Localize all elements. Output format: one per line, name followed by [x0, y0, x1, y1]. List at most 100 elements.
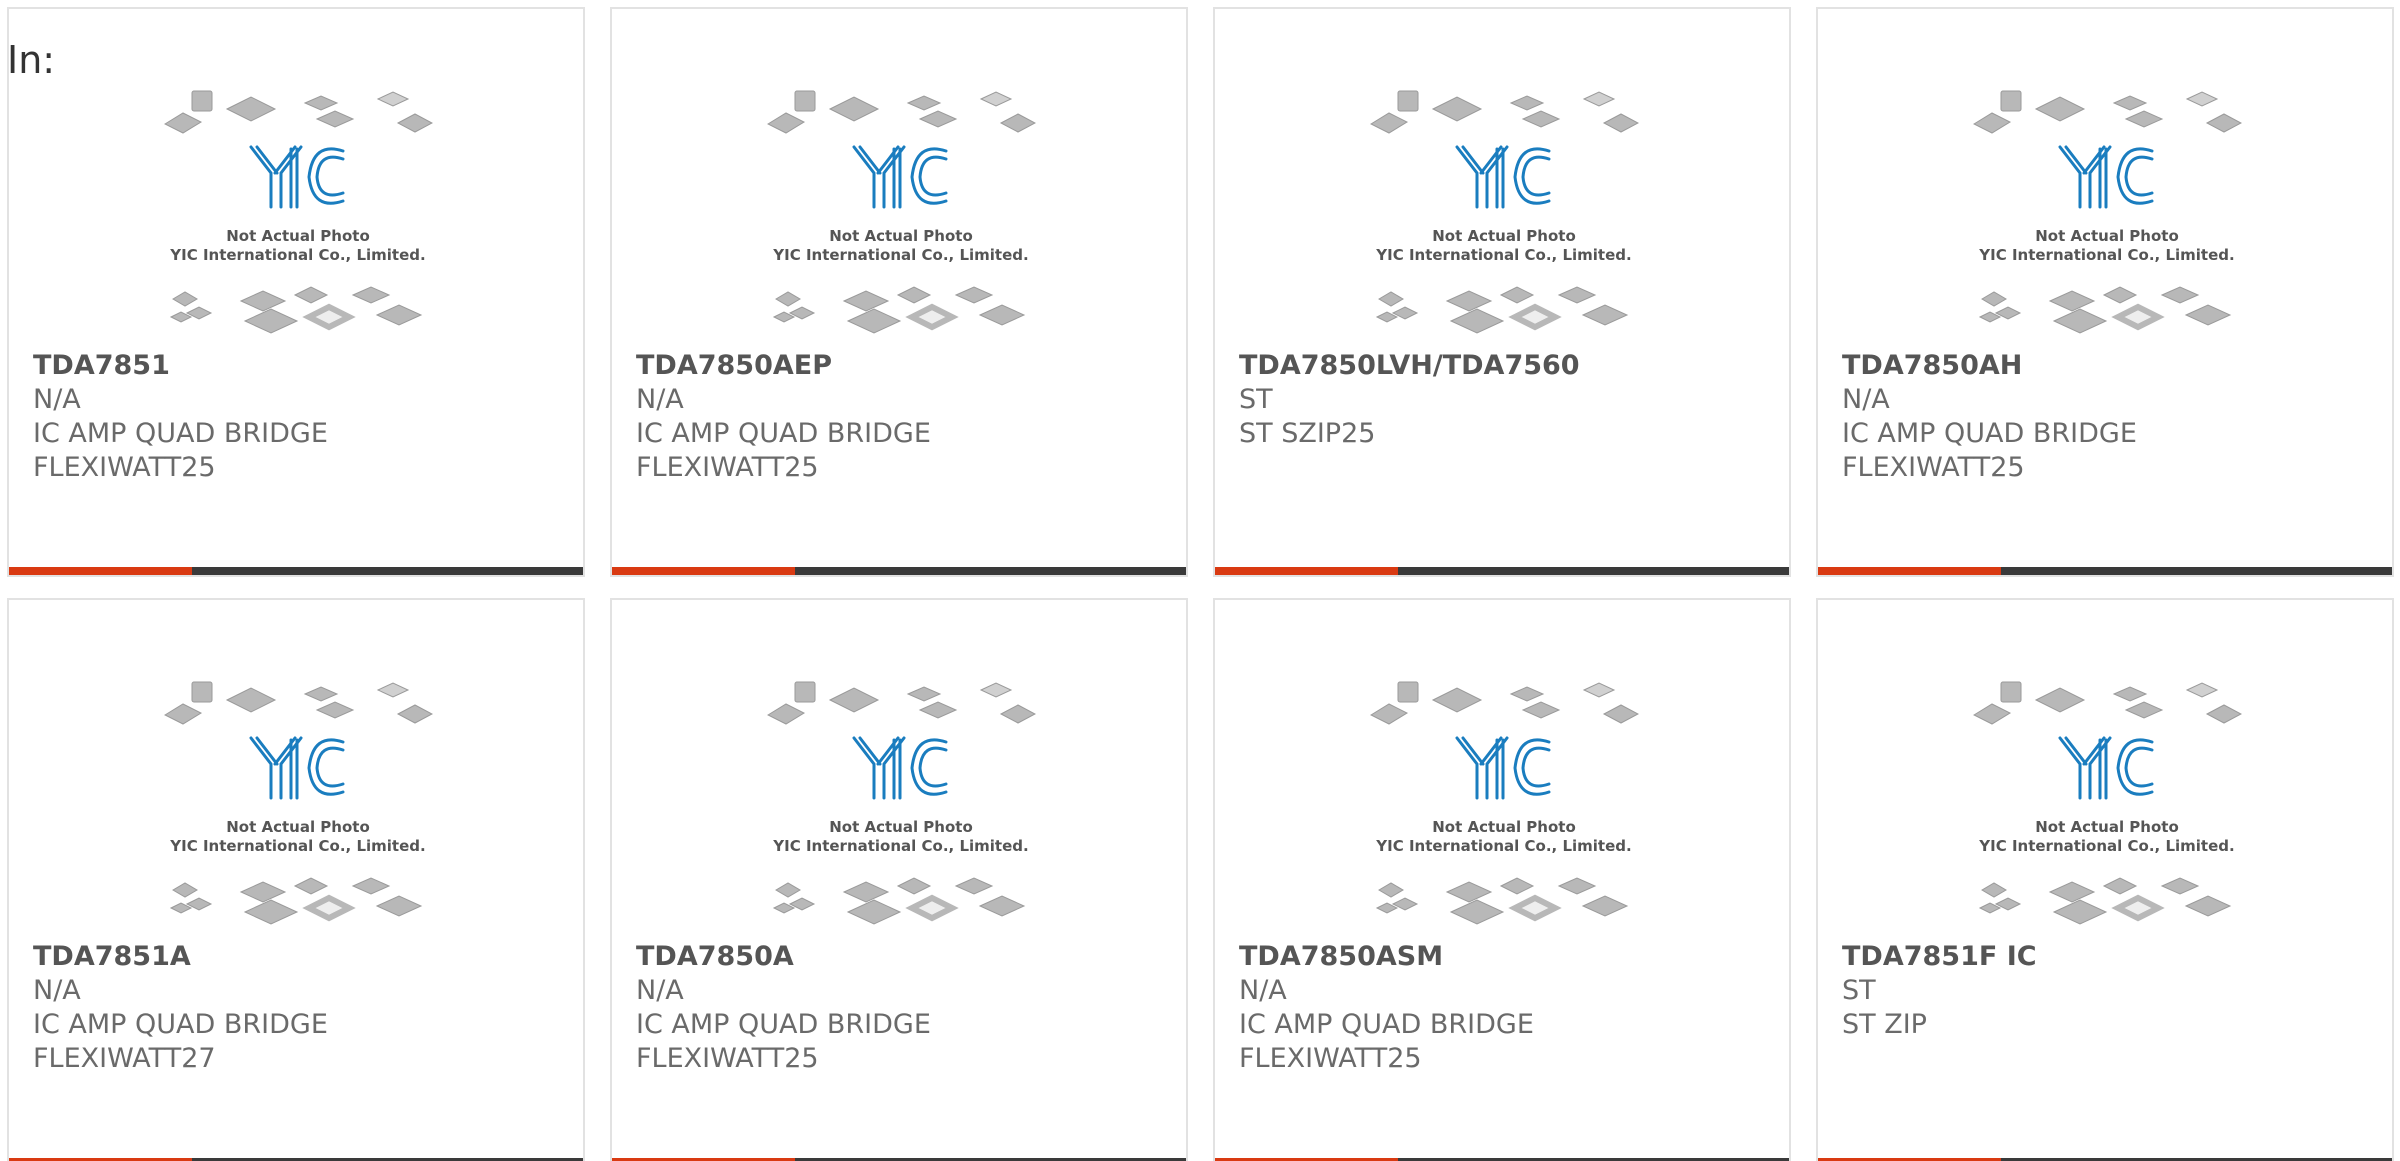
description-line-1: ST SZIP25 [1239, 418, 1376, 449]
card-progress-bar [612, 567, 1186, 575]
placeholder-line2: YIC International Co., Limited. [1375, 837, 1631, 855]
product-card[interactable]: Not Actual Photo YIC International Co., … [1816, 7, 2394, 577]
description-line-1: IC AMP QUAD BRIDGE [33, 418, 328, 449]
manufacturer-text: N/A [636, 384, 684, 415]
chip-icons-top [1369, 90, 1639, 134]
description-line-2: FLEXIWATT25 [1239, 1043, 1422, 1074]
chip-icons-bottom [772, 286, 1026, 334]
in-label: In: [7, 38, 56, 82]
yic-logo-icon [852, 736, 948, 800]
description-line-2: FLEXIWATT27 [33, 1043, 216, 1074]
chip-icons-top [766, 681, 1036, 725]
product-card[interactable]: Not Actual Photo YIC International Co., … [1213, 7, 1791, 577]
chip-icons-bottom [169, 286, 423, 334]
description-line-1: ST ZIP [1842, 1009, 1927, 1040]
product-card[interactable]: Not Actual Photo YIC International Co., … [7, 7, 585, 577]
yic-logo-icon [249, 736, 345, 800]
product-image-placeholder[interactable]: Not Actual Photo YIC International Co., … [1818, 89, 2392, 341]
product-card[interactable]: Not Actual Photo YIC International Co., … [7, 598, 585, 1161]
part-number-link[interactable]: TDA7850LVH/TDA7560 [1239, 349, 1773, 383]
yic-logo-icon [1455, 736, 1551, 800]
chip-icons-bottom [1375, 877, 1629, 925]
chip-icons-top [766, 90, 1036, 134]
card-progress-accent [612, 567, 795, 575]
product-info: TDA7850AEP N/A IC AMP QUAD BRIDGE FLEXIW… [636, 349, 1170, 485]
chip-icons-top [163, 681, 433, 725]
product-grid-page: In: Not Actual Photo YIC International C… [0, 0, 2400, 1161]
chip-icons-bottom [169, 877, 423, 925]
yic-logo-icon [2058, 736, 2154, 800]
description-line-1: IC AMP QUAD BRIDGE [636, 1009, 931, 1040]
placeholder-line2: YIC International Co., Limited. [1375, 246, 1631, 264]
manufacturer-text: N/A [33, 975, 81, 1006]
card-progress-accent [9, 567, 192, 575]
chip-icons-bottom [772, 877, 1026, 925]
description-line-1: IC AMP QUAD BRIDGE [636, 418, 931, 449]
chip-icons-bottom [1978, 286, 2232, 334]
placeholder-line2: YIC International Co., Limited. [169, 246, 425, 264]
description-line-2: FLEXIWATT25 [1842, 452, 2025, 483]
card-progress-bar [1818, 567, 2392, 575]
product-card[interactable]: Not Actual Photo YIC International Co., … [610, 598, 1188, 1161]
chip-icons-top [163, 90, 433, 134]
yic-logo-icon [852, 145, 948, 209]
product-image-placeholder[interactable]: Not Actual Photo YIC International Co., … [9, 680, 583, 932]
product-image-placeholder[interactable]: Not Actual Photo YIC International Co., … [1215, 680, 1789, 932]
placeholder-line1: Not Actual Photo [2035, 818, 2179, 836]
product-image-placeholder[interactable]: Not Actual Photo YIC International Co., … [9, 89, 583, 341]
placeholder-line2: YIC International Co., Limited. [169, 837, 425, 855]
product-card[interactable]: Not Actual Photo YIC International Co., … [1213, 598, 1791, 1161]
chip-icons-top [1972, 681, 2242, 725]
yic-logo-icon [1455, 145, 1551, 209]
part-number-link[interactable]: TDA7850AH [1842, 349, 2376, 383]
placeholder-line1: Not Actual Photo [226, 227, 370, 245]
product-info: TDA7851 N/A IC AMP QUAD BRIDGE FLEXIWATT… [33, 349, 567, 485]
card-progress-accent [1818, 567, 2001, 575]
part-number-link[interactable]: TDA7851 [33, 349, 567, 383]
product-card[interactable]: Not Actual Photo YIC International Co., … [610, 7, 1188, 577]
card-progress-accent [1215, 567, 1398, 575]
placeholder-line1: Not Actual Photo [829, 818, 973, 836]
product-info: TDA7850ASM N/A IC AMP QUAD BRIDGE FLEXIW… [1239, 940, 1773, 1076]
part-number-link[interactable]: TDA7850A [636, 940, 1170, 974]
chip-icons-bottom [1375, 286, 1629, 334]
placeholder-line2: YIC International Co., Limited. [1978, 246, 2234, 264]
placeholder-line1: Not Actual Photo [829, 227, 973, 245]
yic-logo-icon [2058, 145, 2154, 209]
part-number-link[interactable]: TDA7850ASM [1239, 940, 1773, 974]
description-line-1: IC AMP QUAD BRIDGE [1239, 1009, 1534, 1040]
product-info: TDA7850AH N/A IC AMP QUAD BRIDGE FLEXIWA… [1842, 349, 2376, 485]
description-line-2: FLEXIWATT25 [636, 452, 819, 483]
product-image-placeholder[interactable]: Not Actual Photo YIC International Co., … [1818, 680, 2392, 932]
description-line-2: FLEXIWATT25 [33, 452, 216, 483]
chip-icons-top [1972, 90, 2242, 134]
product-info: TDA7850A N/A IC AMP QUAD BRIDGE FLEXIWAT… [636, 940, 1170, 1076]
card-progress-bar [1215, 567, 1789, 575]
manufacturer-text: N/A [636, 975, 684, 1006]
part-number-link[interactable]: TDA7850AEP [636, 349, 1170, 383]
product-card[interactable]: Not Actual Photo YIC International Co., … [1816, 598, 2394, 1161]
placeholder-line2: YIC International Co., Limited. [1978, 837, 2234, 855]
product-info: TDA7850LVH/TDA7560 ST ST SZIP25 [1239, 349, 1773, 451]
product-info: TDA7851A N/A IC AMP QUAD BRIDGE FLEXIWAT… [33, 940, 567, 1076]
card-progress-bar [9, 567, 583, 575]
placeholder-line1: Not Actual Photo [2035, 227, 2179, 245]
description-line-1: IC AMP QUAD BRIDGE [1842, 418, 2137, 449]
placeholder-line2: YIC International Co., Limited. [772, 246, 1028, 264]
product-info: TDA7851F IC ST ST ZIP [1842, 940, 2376, 1042]
description-line-1: IC AMP QUAD BRIDGE [33, 1009, 328, 1040]
part-number-link[interactable]: TDA7851F IC [1842, 940, 2376, 974]
manufacturer-text: N/A [33, 384, 81, 415]
product-image-placeholder[interactable]: Not Actual Photo YIC International Co., … [612, 89, 1186, 341]
product-image-placeholder[interactable]: Not Actual Photo YIC International Co., … [1215, 89, 1789, 341]
placeholder-line1: Not Actual Photo [226, 818, 370, 836]
manufacturer-text: N/A [1239, 975, 1287, 1006]
manufacturer-text: ST [1842, 975, 1876, 1006]
part-number-link[interactable]: TDA7851A [33, 940, 567, 974]
placeholder-line2: YIC International Co., Limited. [772, 837, 1028, 855]
product-image-placeholder[interactable]: Not Actual Photo YIC International Co., … [612, 680, 1186, 932]
placeholder-line1: Not Actual Photo [1432, 818, 1576, 836]
manufacturer-text: N/A [1842, 384, 1890, 415]
yic-logo-icon [249, 145, 345, 209]
description-line-2: FLEXIWATT25 [636, 1043, 819, 1074]
